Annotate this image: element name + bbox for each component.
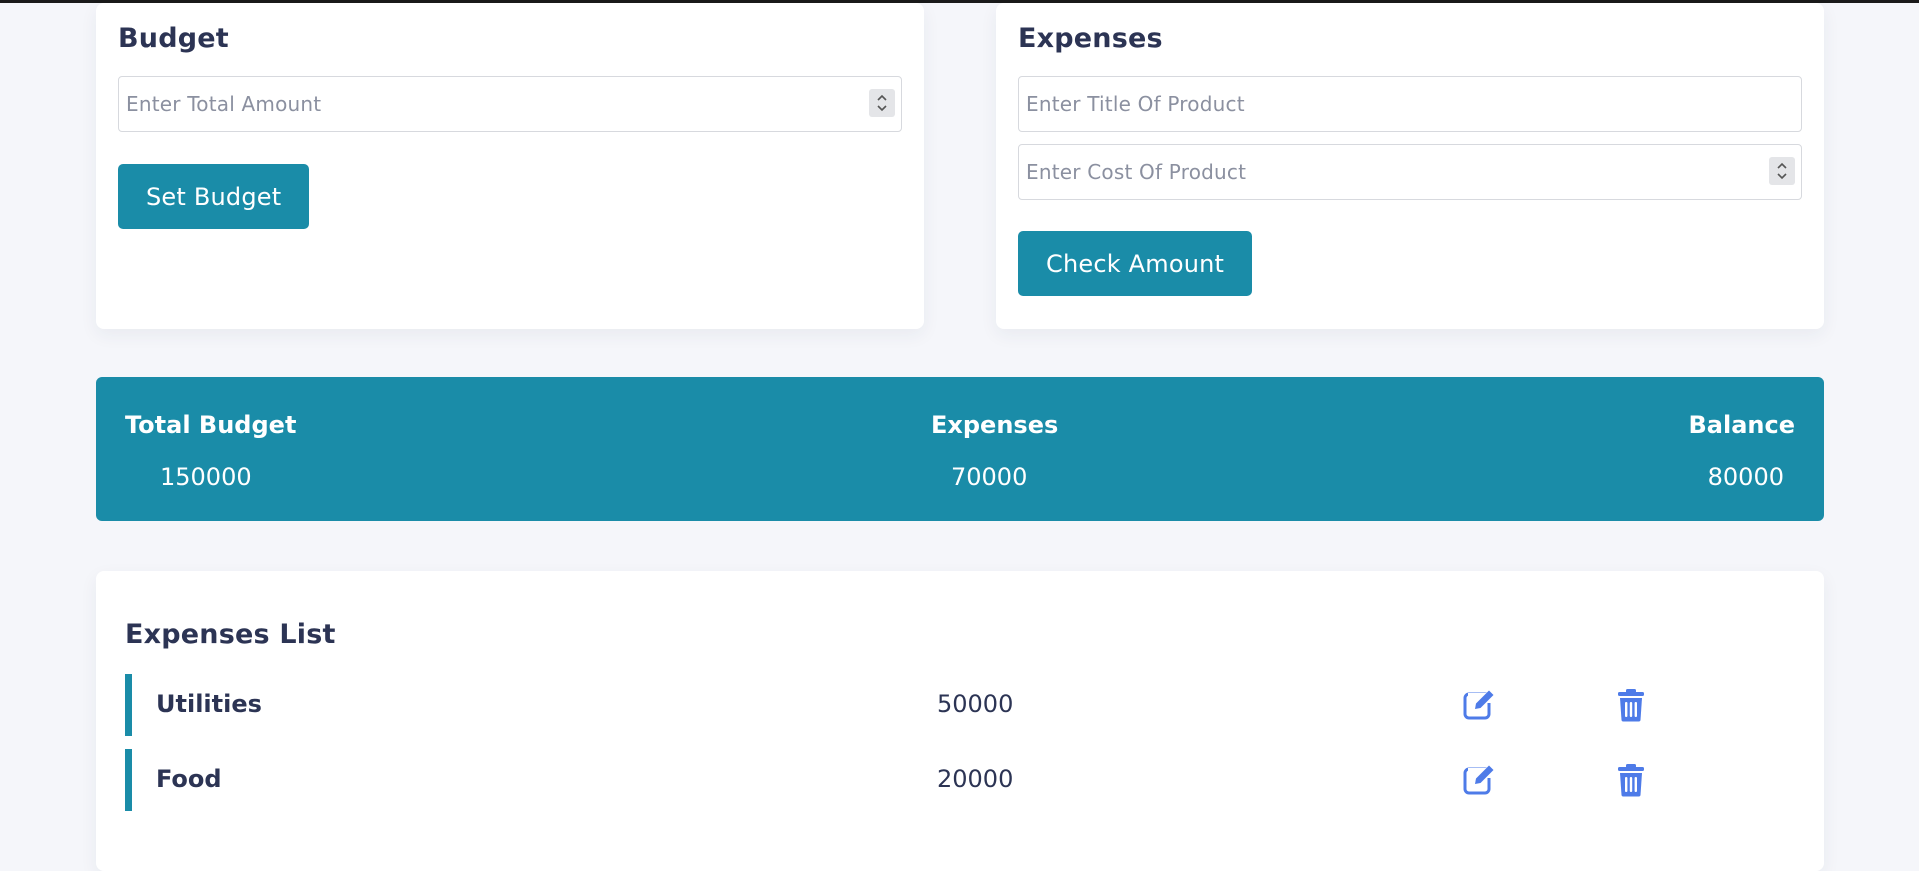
edit-icon[interactable]: [1462, 688, 1496, 722]
expenses-total-value: 70000: [951, 463, 1028, 491]
budget-heading: Budget: [118, 23, 229, 54]
list-item-accent-bar: [125, 674, 132, 736]
expenses-list-heading: Expenses List: [125, 619, 336, 650]
product-cost-placeholder: Enter Cost Of Product: [1026, 160, 1247, 184]
product-cost-input[interactable]: Enter Cost Of Product: [1018, 144, 1802, 200]
chevron-up-down-icon: [1777, 162, 1787, 180]
total-amount-input[interactable]: Enter Total Amount: [118, 76, 902, 132]
trash-icon[interactable]: [1617, 688, 1645, 722]
number-stepper[interactable]: [869, 89, 895, 117]
list-item-title: Food: [156, 765, 222, 793]
total-budget-label: Total Budget: [125, 411, 297, 439]
check-amount-button[interactable]: Check Amount: [1018, 231, 1253, 296]
balance-value: 80000: [1707, 463, 1784, 491]
expenses-heading: Expenses: [1018, 23, 1163, 54]
balance-label: Balance: [1688, 411, 1796, 439]
number-stepper[interactable]: [1769, 157, 1795, 185]
list-item-amount: 50000: [937, 690, 1014, 718]
expenses-card: Expenses Enter Title Of Product Enter Co…: [996, 3, 1824, 329]
summary-banner: Total Budget 150000 Expenses 70000 Balan…: [96, 377, 1824, 521]
list-item: Food 20000: [125, 749, 1775, 811]
total-amount-placeholder: Enter Total Amount: [126, 92, 322, 116]
trash-icon[interactable]: [1617, 763, 1645, 797]
set-budget-button[interactable]: Set Budget: [118, 164, 310, 229]
edit-icon[interactable]: [1462, 763, 1496, 797]
list-item-accent-bar: [125, 749, 132, 811]
expenses-total-label: Expenses: [931, 411, 1059, 439]
list-item-amount: 20000: [937, 765, 1014, 793]
product-title-placeholder: Enter Title Of Product: [1026, 92, 1245, 116]
list-item-title: Utilities: [156, 690, 262, 718]
chevron-up-down-icon: [877, 94, 887, 112]
total-budget-value: 150000: [160, 463, 252, 491]
expenses-list-card: Expenses List Utilities 50000 Food 20000: [96, 571, 1824, 871]
product-title-input[interactable]: Enter Title Of Product: [1018, 76, 1802, 132]
budget-card: Budget Enter Total Amount Set Budget: [96, 3, 924, 329]
list-item: Utilities 50000: [125, 674, 1775, 736]
